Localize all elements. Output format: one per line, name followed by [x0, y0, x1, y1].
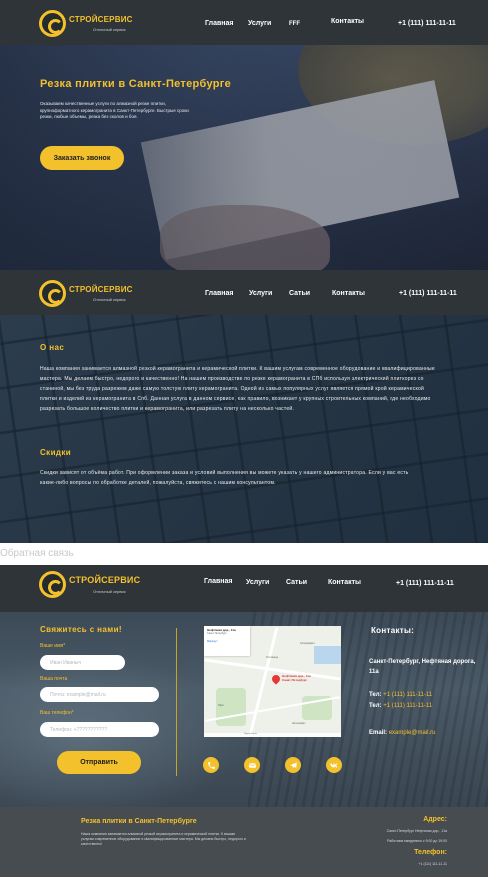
logo-icon [39, 10, 66, 37]
contacts-tel-1: Тел: +1 (111) 111-11-11 [369, 690, 432, 700]
contacts-address: Санкт-Петербург, Нефтяная дорога, 11а [369, 659, 476, 675]
map-info-card[interactable]: Нефтяная дор., 11а Санкт-Петербург Маршр… [204, 626, 250, 656]
contacts-email: Email: example@mail.ru [369, 728, 435, 738]
hero-section: Резка плитки в Санкт-Петербурге Оказывае… [0, 45, 488, 270]
nav-home[interactable]: Главная [204, 578, 232, 585]
about-section: О нас Наша компания занимается алмазной … [0, 315, 488, 543]
header-third: СТРОЙСЕРВИС Отличный сервис Главная Услу… [0, 565, 488, 612]
feedback-label: Обратная связь [0, 548, 74, 559]
discount-text: Скидки зависят от объёма работ. При офор… [40, 470, 409, 486]
nav-contacts[interactable]: Контакты [331, 18, 364, 25]
nav-fff[interactable]: FFF [289, 21, 300, 27]
email-value[interactable]: example@mail.ru [389, 730, 436, 736]
nav-home[interactable]: Главная [205, 20, 233, 27]
map-place-label: Гостиница [266, 656, 278, 659]
contacts-tel-2: Тел: +1 (111) 111-11-11 [369, 701, 432, 711]
phone-label: Ваш телефон* [40, 710, 74, 716]
header-top: СТРОЙСЕРВИС Отличный сервис Главная Услу… [0, 0, 488, 45]
about-title: О нас [40, 343, 65, 352]
hero-title: Резка плитки в Санкт-Петербурге [40, 78, 232, 90]
logo-tagline: Отличный сервис [93, 297, 126, 302]
footer-address-head: Адрес: [423, 816, 447, 823]
map-place-label: Автосервис [292, 722, 306, 725]
footer-phone[interactable]: +1 (111) 111-11-11 [418, 862, 447, 866]
nav-contacts[interactable]: Контакты [332, 290, 365, 297]
submit-button[interactable]: Отправить [57, 751, 141, 774]
logo[interactable]: СТРОЙСЕРВИС Отличный сервис [39, 10, 139, 38]
phone-icon[interactable] [203, 757, 219, 773]
logo-name: СТРОЙСЕРВИС [69, 285, 133, 294]
logo-name: СТРОЙСЕРВИС [69, 15, 133, 24]
map-footer: Яндекс Карты [204, 733, 341, 737]
tel-1-value[interactable]: +1 (111) 111-11-11 [383, 692, 432, 698]
map-place-label: Гипермаркет [300, 642, 315, 645]
logo-tagline: Отличный сервис [93, 27, 126, 32]
feedback-strip: Обратная связь [0, 543, 488, 565]
tel-2-value[interactable]: +1 (111) 111-11-11 [383, 703, 432, 709]
tel-label: Тел: [369, 692, 382, 698]
name-input[interactable] [40, 655, 125, 670]
email-label: Ваша почта [40, 676, 68, 682]
header-second: СТРОЙСЕРВИС Отличный сервис Главная Услу… [0, 270, 488, 315]
nav-services[interactable]: Услуги [246, 579, 269, 586]
email-label-text: Email: [369, 730, 388, 736]
header-phone[interactable]: +1 (111) 111-11-11 [396, 580, 454, 587]
map-card-subtitle: Санкт-Петербург [207, 632, 227, 635]
logo[interactable]: СТРОЙСЕРВИС Отличный сервис [39, 280, 139, 308]
nav-services[interactable]: Услуги [248, 20, 271, 27]
logo-tagline: Отличный сервис [93, 589, 126, 594]
divider [176, 628, 177, 776]
order-call-button[interactable]: Заказать звонок [40, 146, 124, 170]
hero-description: Оказываем качественные услуги по алмазно… [40, 101, 189, 119]
contacts-title: Контакты: [371, 626, 415, 635]
footer: Резка плитки в Санкт-Петербурге Наша ком… [0, 807, 488, 877]
map-pin-icon[interactable] [270, 673, 282, 685]
map-place-label: Парк [218, 704, 224, 707]
footer-phone-head: Телефон: [414, 849, 447, 856]
telegram-icon[interactable] [285, 757, 301, 773]
nav-services[interactable]: Услуги [249, 290, 272, 297]
footer-hours: Работаем ежедневно с 9:00 до 19:00 [387, 839, 447, 843]
email-icon[interactable] [244, 757, 260, 773]
footer-text: Наша компания занимается алмазной резкой… [81, 832, 246, 846]
nav-articles[interactable]: Сатьи [289, 290, 310, 297]
logo-icon [39, 280, 66, 307]
header-phone[interactable]: +1 (111) 111-11-11 [398, 20, 456, 27]
logo[interactable]: СТРОЙСЕРВИС Отличный сервис [39, 571, 141, 599]
nav-home[interactable]: Главная [205, 290, 233, 297]
tel-label: Тел: [369, 703, 382, 709]
header-phone[interactable]: +1 (111) 111-11-11 [399, 290, 457, 297]
footer-address: Санкт-Петербург Нефтяная дор., 11а [386, 829, 447, 833]
email-input[interactable] [40, 687, 159, 702]
map-route-link[interactable]: Маршрут [207, 640, 218, 643]
footer-title: Резка плитки в Санкт-Петербурге [81, 818, 197, 825]
nav-contacts[interactable]: Контакты [328, 579, 361, 586]
map[interactable]: Нефтяная дор., 11а Санкт-Петербург Маршр… [204, 626, 341, 737]
logo-icon [39, 571, 66, 598]
about-text: Наша компания занимается алмазной резкой… [40, 366, 435, 412]
nav-articles[interactable]: Сатьи [286, 579, 307, 586]
map-pin-label: Нефтяная дор., 11а Санкт-Петербург [282, 674, 311, 682]
vk-icon[interactable] [326, 757, 342, 773]
logo-name: СТРОЙСЕРВИС [69, 575, 141, 585]
form-title: Свяжитесь с нами! [40, 625, 122, 634]
name-label: Ваше имя* [40, 643, 66, 649]
phone-input[interactable] [40, 722, 159, 737]
discount-title: Скидки [40, 448, 72, 457]
